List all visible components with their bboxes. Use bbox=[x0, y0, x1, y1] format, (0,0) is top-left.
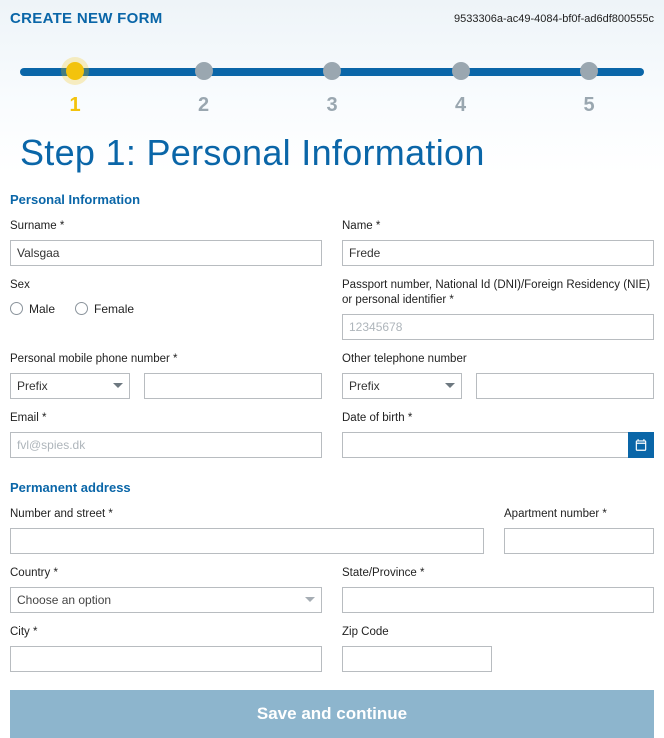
step-number: 1 bbox=[69, 94, 80, 117]
email-label: Email * bbox=[10, 411, 322, 426]
state-label: State/Province * bbox=[342, 566, 654, 581]
save-continue-button[interactable]: Save and continue bbox=[10, 690, 654, 738]
sex-label: Sex bbox=[10, 278, 322, 293]
step-dot-icon bbox=[195, 62, 213, 80]
step-number: 3 bbox=[326, 94, 337, 117]
step-dot-icon bbox=[580, 62, 598, 80]
chevron-down-icon bbox=[113, 383, 123, 388]
calendar-button[interactable] bbox=[628, 432, 654, 458]
sex-female-radio[interactable]: Female bbox=[75, 302, 134, 316]
surname-input[interactable] bbox=[10, 240, 322, 266]
name-label: Name * bbox=[342, 219, 654, 234]
select-value: Choose an option bbox=[17, 593, 111, 607]
step-title: Step 1: Personal Information bbox=[20, 132, 644, 174]
step-number: 4 bbox=[455, 94, 466, 117]
select-value: Prefix bbox=[17, 379, 48, 393]
country-select[interactable]: Choose an option bbox=[10, 587, 322, 613]
dob-input[interactable] bbox=[343, 433, 628, 457]
surname-label: Surname * bbox=[10, 219, 322, 234]
other-number-input[interactable] bbox=[476, 373, 654, 399]
radio-label: Male bbox=[29, 302, 55, 316]
chevron-down-icon bbox=[305, 597, 315, 602]
mobile-prefix-select[interactable]: Prefix bbox=[10, 373, 130, 399]
street-label: Number and street * bbox=[10, 507, 484, 522]
calendar-icon bbox=[634, 438, 648, 452]
progress-stepper: 1 2 3 4 5 bbox=[10, 62, 654, 122]
mobile-label: Personal mobile phone number * bbox=[10, 352, 322, 367]
step-2[interactable]: 2 bbox=[194, 62, 214, 117]
passport-label: Passport number, National Id (DNI)/Forei… bbox=[342, 278, 654, 308]
page-header-title: CREATE NEW FORM bbox=[10, 10, 163, 27]
step-dot-icon bbox=[452, 62, 470, 80]
dob-label: Date of birth * bbox=[342, 411, 654, 426]
other-prefix-select[interactable]: Prefix bbox=[342, 373, 462, 399]
name-input[interactable] bbox=[342, 240, 654, 266]
country-label: Country * bbox=[10, 566, 322, 581]
state-input[interactable] bbox=[342, 587, 654, 613]
step-dot-icon bbox=[323, 62, 341, 80]
other-tel-label: Other telephone number bbox=[342, 352, 654, 367]
radio-label: Female bbox=[94, 302, 134, 316]
step-1[interactable]: 1 bbox=[65, 62, 85, 117]
zip-input[interactable] bbox=[342, 646, 492, 672]
step-dot-icon bbox=[66, 62, 84, 80]
step-number: 2 bbox=[198, 94, 209, 117]
email-input[interactable] bbox=[10, 432, 322, 458]
step-5[interactable]: 5 bbox=[579, 62, 599, 117]
city-input[interactable] bbox=[10, 646, 322, 672]
chevron-down-icon bbox=[445, 383, 455, 388]
passport-input[interactable] bbox=[342, 314, 654, 340]
step-3[interactable]: 3 bbox=[322, 62, 342, 117]
apartment-input[interactable] bbox=[504, 528, 654, 554]
step-4[interactable]: 4 bbox=[451, 62, 471, 117]
apartment-label: Apartment number * bbox=[504, 507, 654, 522]
sex-male-radio[interactable]: Male bbox=[10, 302, 55, 316]
city-label: City * bbox=[10, 625, 322, 640]
form-uuid: 9533306a-ac49-4084-bf0f-ad6df800555c bbox=[454, 13, 654, 25]
section-heading-personal: Personal Information bbox=[10, 192, 654, 207]
zip-label: Zip Code bbox=[342, 625, 492, 640]
step-number: 5 bbox=[583, 94, 594, 117]
mobile-number-input[interactable] bbox=[144, 373, 322, 399]
street-input[interactable] bbox=[10, 528, 484, 554]
radio-icon bbox=[10, 302, 23, 315]
select-value: Prefix bbox=[349, 379, 380, 393]
section-heading-address: Permanent address bbox=[10, 480, 654, 495]
radio-icon bbox=[75, 302, 88, 315]
